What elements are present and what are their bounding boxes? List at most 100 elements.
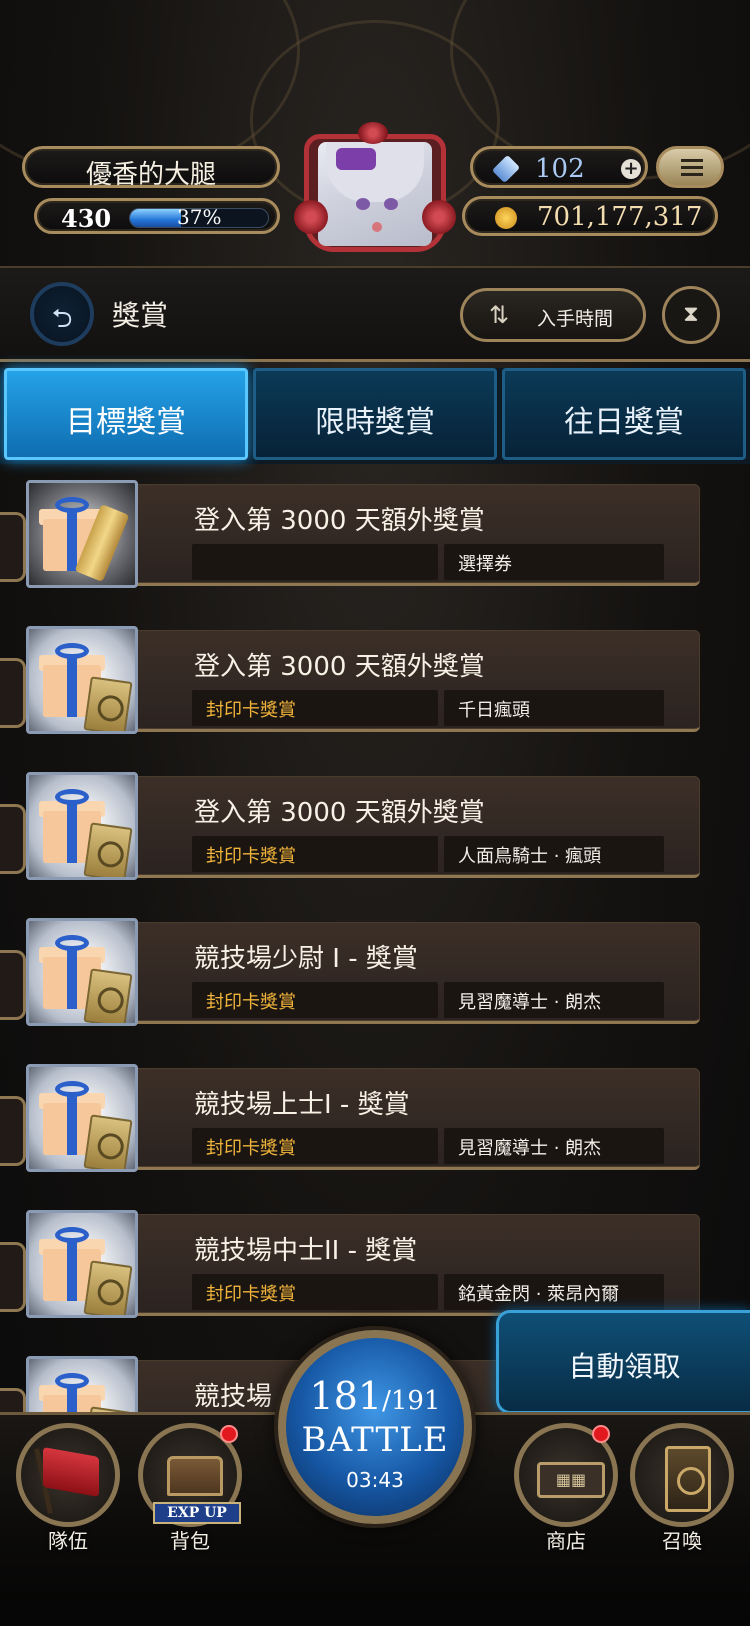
reward-tag: 封印卡獎賞 (192, 1128, 438, 1164)
gem-counter[interactable]: 102 + (470, 146, 648, 188)
row-edge (0, 658, 26, 728)
avatar[interactable] (294, 122, 456, 260)
auto-claim-button[interactable]: 自動領取 (496, 1310, 750, 1414)
back-button[interactable]: ⮌ (30, 282, 94, 346)
gem-icon (491, 154, 521, 184)
nav-label: 隊伍 (48, 1529, 88, 1553)
reward-row[interactable]: 登入第 3000 天額外獎賞 封印卡獎賞 千日瘋頭 (0, 618, 750, 736)
reward-title: 登入第 3000 天額外獎賞 (194, 652, 485, 682)
gift-scroll-icon[interactable] (26, 480, 138, 588)
seal-card-icon (83, 822, 133, 877)
gift-card-icon[interactable] (26, 918, 138, 1026)
player-level: 430 (61, 204, 112, 233)
nav-team[interactable]: 隊伍 (10, 1423, 126, 1553)
player-header: 優香的大腿 430 37% 102 + 701,177,317 (0, 122, 750, 252)
gold-counter: 701,177,317 (462, 196, 718, 236)
reward-item: 選擇券 (444, 544, 664, 580)
add-gem-button[interactable]: + (621, 159, 641, 179)
avatar-mouth (372, 222, 382, 232)
reward-title: 競技場少尉 I - 獎賞 (194, 944, 418, 974)
gift-card-icon[interactable] (26, 626, 138, 734)
reward-item: 見習魔導士 · 朗杰 (444, 1128, 664, 1164)
avatar-eye (356, 198, 370, 210)
gift-bow (55, 1227, 89, 1243)
flag-icon (43, 1447, 99, 1497)
level-box: 430 37% (34, 198, 280, 234)
reward-item-name: 銘黃金閃 · 萊昂內爾 (458, 1284, 620, 1305)
nav-summon[interactable]: 召喚 (624, 1423, 740, 1553)
chest-icon (167, 1456, 223, 1496)
reward-tag-label: 封印卡獎賞 (206, 1138, 296, 1159)
nav-shop[interactable]: ▦▦ 商店 (508, 1423, 624, 1553)
reward-tag-label: 封印卡獎賞 (206, 846, 296, 867)
notification-dot (592, 1425, 610, 1443)
tab-past-rewards[interactable]: 往日獎賞 (502, 368, 746, 460)
battle-label: BATTLE (301, 1420, 449, 1460)
history-button[interactable]: ⧗ (662, 286, 720, 344)
row-edge (0, 950, 26, 1020)
gift-bow (55, 497, 89, 513)
reward-tag: 封印卡獎賞 (192, 982, 438, 1018)
gift-bow (55, 935, 89, 951)
gold-count: 701,177,317 (537, 202, 703, 232)
nav-label: 背包 (170, 1529, 210, 1553)
stamina-counter: 181/191 (286, 1374, 464, 1418)
reward-tag: 封印卡獎賞 (192, 690, 438, 726)
team-button (16, 1423, 120, 1527)
reward-row[interactable]: 競技場少尉 I - 獎賞 封印卡獎賞 見習魔導士 · 朗杰 (0, 910, 750, 1028)
page-title: 獎賞 (112, 299, 169, 332)
reward-title: 登入第 3000 天額外獎賞 (194, 798, 485, 828)
menu-button[interactable] (656, 146, 724, 188)
reward-row[interactable]: 登入第 3000 天額外獎賞 封印卡獎賞 人面鳥騎士 · 瘋頭 (0, 764, 750, 882)
stamina-timer: 03:43 (346, 1468, 404, 1492)
seal-card-icon (83, 1260, 133, 1315)
reward-tag-label: 封印卡獎賞 (206, 1284, 296, 1305)
tab-bar: 目標獎賞 限時獎賞 往日獎賞 (0, 368, 750, 464)
gift-card-icon[interactable] (26, 1064, 138, 1172)
sort-button[interactable]: ⇅ 入手時間 (460, 288, 646, 342)
reward-item: 千日瘋頭 (444, 690, 664, 726)
stamina-max: /191 (382, 1386, 441, 1416)
auto-claim-label: 自動領取 (568, 1350, 681, 1383)
reward-item: 銘黃金閃 · 萊昂內爾 (444, 1274, 664, 1310)
reward-row[interactable]: 競技場上士I - 獎賞 封印卡獎賞 見習魔導士 · 朗杰 (0, 1056, 750, 1174)
tab-label: 限時獎賞 (315, 405, 435, 440)
avatar-portrait (318, 142, 432, 246)
tab-goal-rewards[interactable]: 目標獎賞 (4, 368, 248, 460)
gift-ribbon (67, 947, 77, 1009)
gift-ribbon (67, 509, 77, 571)
title-bar: ⮌ 獎賞 ⇅ 入手時間 ⧗ (0, 266, 750, 362)
gift-bow (55, 789, 89, 805)
reward-item: 見習魔導士 · 朗杰 (444, 982, 664, 1018)
gift-bow (55, 643, 89, 659)
history-icon: ⧗ (683, 302, 699, 327)
exp-progress-fill (130, 209, 182, 227)
reward-row[interactable]: 登入第 3000 天額外獎賞 選擇券 (0, 472, 750, 590)
reward-row[interactable]: 競技場中士II - 獎賞 封印卡獎賞 銘黃金閃 · 萊昂內爾 (0, 1202, 750, 1320)
gold-coin-icon (495, 207, 517, 229)
nav-bag[interactable]: EXP UP 背包 (132, 1423, 248, 1553)
gift-card-icon[interactable] (26, 1210, 138, 1318)
player-name-box[interactable]: 優香的大腿 (22, 146, 280, 190)
row-edge (0, 1096, 26, 1166)
summon-button (630, 1423, 734, 1527)
gift-ribbon (67, 1239, 77, 1301)
reward-tag-label: 封印卡獎賞 (206, 992, 296, 1013)
reward-item: 人面鳥騎士 · 瘋頭 (444, 836, 664, 872)
reward-title: 登入第 3000 天額外獎賞 (194, 506, 485, 536)
sort-icon: ⇅ (489, 301, 510, 329)
seal-card-icon (83, 968, 133, 1023)
gift-card-icon[interactable] (26, 772, 138, 880)
rose-decoration (294, 200, 328, 234)
avatar-eye (384, 198, 398, 210)
reward-title: 競技場 (194, 1382, 273, 1412)
reward-list[interactable]: 登入第 3000 天額外獎賞 選擇券 登入第 3000 天額外獎賞 封印卡獎賞 … (0, 472, 750, 1442)
menu-icon (681, 173, 703, 176)
reward-title: 競技場中士II - 獎賞 (194, 1236, 418, 1266)
row-edge (0, 1242, 26, 1312)
reward-tag: 封印卡獎賞 (192, 1274, 438, 1310)
tab-limited-rewards[interactable]: 限時獎賞 (253, 368, 497, 460)
exp-percent: 37% (177, 205, 222, 229)
summon-card-icon (665, 1446, 711, 1512)
battle-button[interactable]: 181/191 BATTLE 03:43 (278, 1330, 472, 1524)
